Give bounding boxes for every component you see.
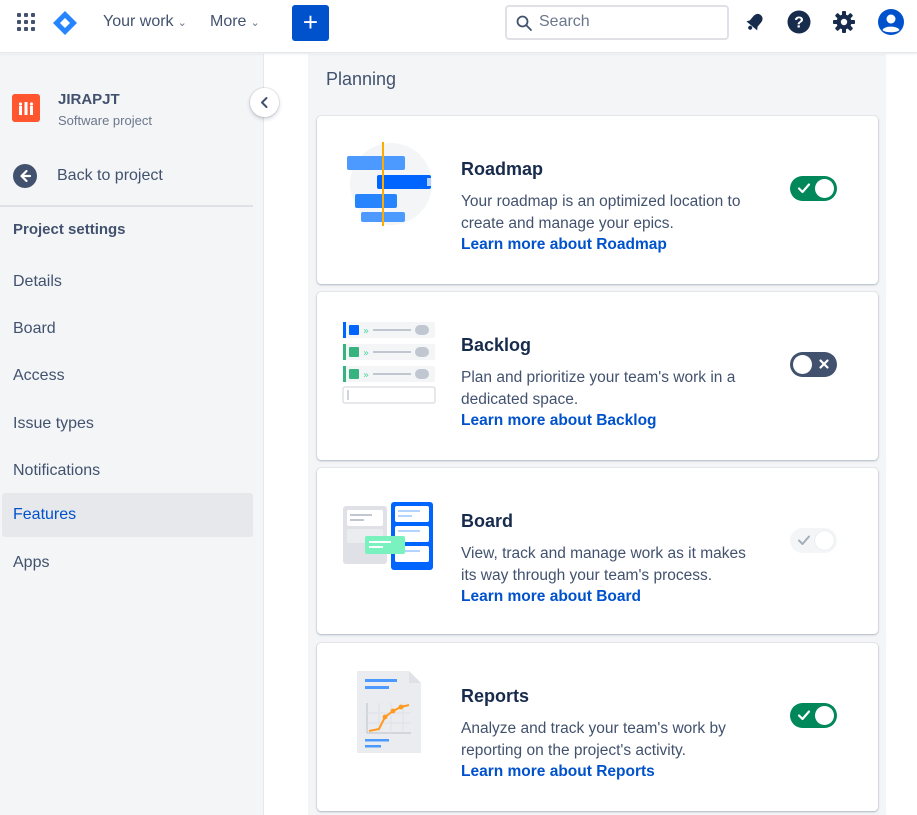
feature-title: Backlog (461, 335, 532, 355)
board-toggle-disabled[interactable] (790, 528, 837, 553)
feature-title: Reports (461, 686, 530, 706)
your-work-label: Your work (103, 13, 174, 30)
user-avatar-icon[interactable] (877, 8, 905, 36)
toggle-knob (815, 179, 834, 198)
feature-description: Your roadmap is an optimized location to… (461, 193, 741, 232)
learn-more-reports-link[interactable]: Learn more about Reports (461, 763, 655, 781)
feature-card-reports: Reports Analyze and track your team's wo… (317, 643, 878, 811)
project-type: Software project (58, 113, 152, 128)
chevron-down-icon: ⌄ (177, 17, 187, 29)
help-icon[interactable]: ? (786, 9, 812, 35)
roadmap-toggle[interactable] (790, 176, 837, 201)
learn-more-backlog-link[interactable]: Learn more about Backlog (461, 412, 657, 430)
check-icon (797, 710, 811, 721)
toggle-knob (815, 531, 834, 550)
app-switcher-icon[interactable] (16, 12, 36, 32)
feature-card-board: Board View, track and manage work as it … (317, 468, 878, 634)
feature-title: Board (461, 511, 514, 531)
sidebar-item-apps[interactable]: Apps (2, 541, 253, 585)
cross-icon (819, 359, 829, 369)
sidebar-item-notifications[interactable]: Notifications (2, 449, 253, 493)
back-to-project-link[interactable]: Back to project (12, 162, 252, 190)
search-box[interactable] (505, 5, 729, 40)
feature-description: Plan and prioritize your team's work in … (461, 369, 736, 408)
project-sidebar: JIRAPJT Software project Back to project… (0, 54, 264, 815)
toggle-knob (815, 706, 834, 725)
learn-more-roadmap-link[interactable]: Learn more about Roadmap (461, 236, 667, 254)
learn-more-board-link[interactable]: Learn more about Board (461, 588, 641, 606)
feature-card-roadmap: Roadmap Your roadmap is an optimized loc… (317, 116, 878, 284)
back-to-project-label: Back to project (57, 167, 163, 184)
svg-text:?: ? (794, 15, 804, 32)
roadmap-illustration-icon (347, 142, 432, 226)
reports-illustration-icon (357, 671, 421, 753)
svg-text:»: » (363, 326, 369, 337)
sidebar-item-features[interactable]: Features (2, 493, 253, 537)
top-navigation: Your work ⌄ More ⌄ + ? (0, 0, 917, 53)
planning-section-title: Planning (326, 69, 397, 89)
project-settings-heading: Project settings (13, 221, 126, 238)
more-label: More (210, 13, 247, 30)
sidebar-item-issue-types[interactable]: Issue types (2, 402, 253, 446)
backlog-illustration-icon: » » » (342, 322, 436, 404)
more-menu[interactable]: More ⌄ (210, 13, 260, 31)
search-input[interactable] (539, 11, 719, 33)
feature-card-backlog: » » » Backlog Plan and prioritize your t… (317, 292, 878, 460)
back-arrow-icon (13, 164, 37, 188)
board-illustration-icon (343, 502, 433, 570)
svg-text:»: » (363, 370, 369, 381)
create-button[interactable]: + (292, 5, 329, 41)
features-panel: Planning Roadmap Your roadmap is an opti… (308, 54, 886, 815)
jira-logo-icon[interactable] (52, 10, 78, 36)
settings-gear-icon[interactable] (831, 9, 857, 35)
reports-toggle[interactable] (790, 703, 837, 728)
svg-text:»: » (363, 348, 369, 359)
your-work-menu[interactable]: Your work ⌄ (103, 13, 187, 31)
project-name[interactable]: JIRAPJT (58, 91, 120, 108)
backlog-toggle[interactable] (790, 352, 837, 377)
toggle-knob (793, 355, 812, 374)
project-avatar-icon (12, 94, 40, 122)
chevron-down-icon: ⌄ (250, 17, 260, 29)
feature-description: View, track and manage work as it makes … (461, 545, 746, 584)
feature-description: Analyze and track your team's work by re… (461, 720, 726, 759)
feature-title: Roadmap (461, 159, 544, 179)
check-icon (797, 183, 811, 194)
search-icon (516, 15, 532, 31)
sidebar-item-board[interactable]: Board (2, 307, 253, 351)
notifications-icon[interactable] (742, 9, 768, 35)
collapse-sidebar-button[interactable] (250, 88, 279, 117)
sidebar-item-details[interactable]: Details (2, 260, 253, 304)
sidebar-item-access[interactable]: Access (2, 354, 253, 398)
sidebar-divider (0, 205, 253, 207)
check-icon (798, 535, 810, 545)
